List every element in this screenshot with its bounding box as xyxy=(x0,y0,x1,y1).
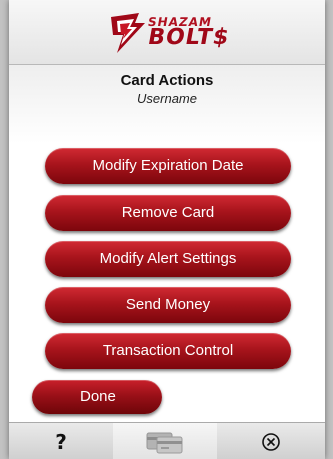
cards-icon xyxy=(146,432,183,453)
username-label: Username xyxy=(137,91,197,106)
shazam-bolts-logo: SHAZAM BOLT$ xyxy=(105,9,232,55)
bottom-tab-bar: ? xyxy=(9,422,325,459)
card-actions-panel: Card Actions Username Modify Expiration … xyxy=(9,65,325,421)
help-icon: ? xyxy=(55,429,67,454)
tab-cards[interactable] xyxy=(113,423,217,459)
close-circle-icon xyxy=(262,432,280,451)
lightning-bolt-logo-icon xyxy=(110,13,145,53)
modify-expiration-date-button[interactable]: Modify Expiration Date xyxy=(45,148,291,184)
remove-card-button[interactable]: Remove Card xyxy=(45,195,291,231)
transaction-control-button[interactable]: Transaction Control xyxy=(45,333,291,369)
tab-close[interactable] xyxy=(217,423,325,459)
app-header: SHAZAM BOLT$ xyxy=(9,0,325,65)
tab-help[interactable]: ? xyxy=(9,423,113,459)
logo-text-bolts: BOLT$ xyxy=(145,24,232,50)
done-button[interactable]: Done xyxy=(32,380,162,414)
modify-alert-settings-button[interactable]: Modify Alert Settings xyxy=(45,241,291,277)
page-title: Card Actions xyxy=(120,72,214,89)
send-money-button[interactable]: Send Money xyxy=(45,287,291,323)
app-screen: SHAZAM BOLT$ Card Actions Username Modif… xyxy=(9,0,325,459)
